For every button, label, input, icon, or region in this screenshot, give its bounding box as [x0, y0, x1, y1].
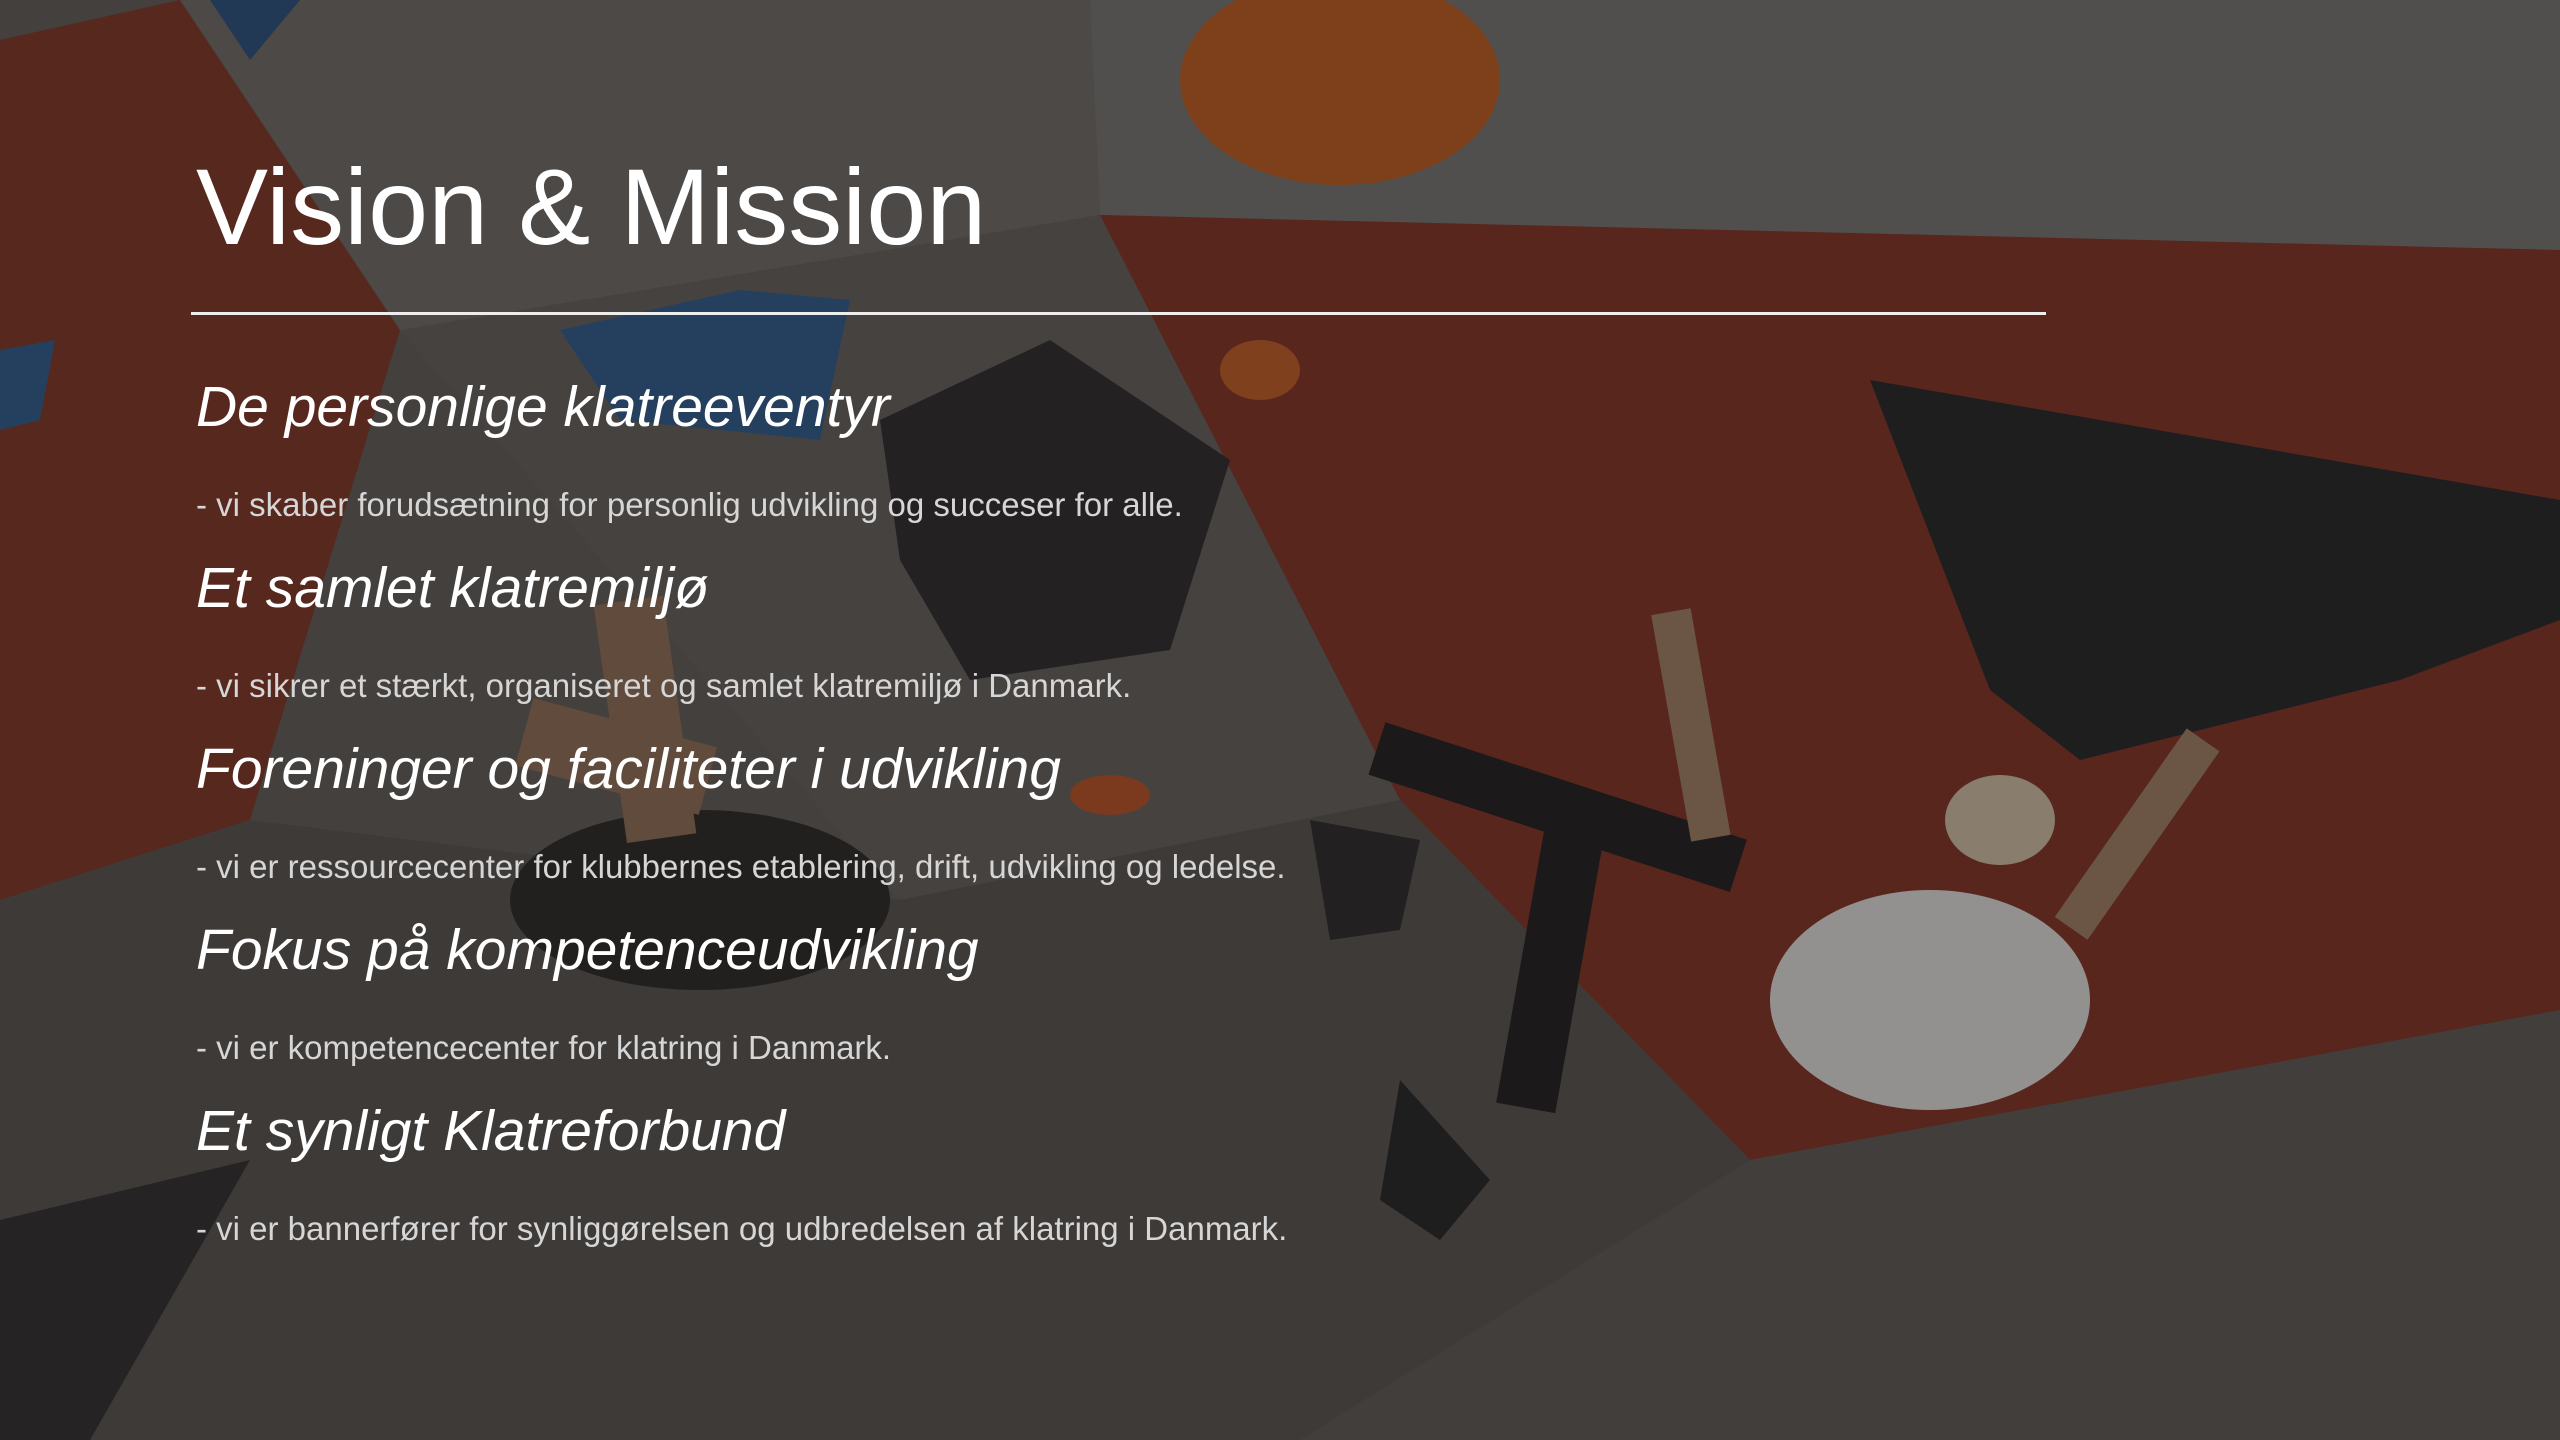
item-heading-3: Foreninger og faciliteter i udvikling	[196, 737, 1061, 801]
slide: Vision & Mission De personlige klatreeve…	[0, 0, 2560, 1440]
item-description-5: - vi er bannerfører for synliggørelsen o…	[196, 1210, 1288, 1247]
item-heading-1: De personlige klatreeventyr	[196, 375, 890, 439]
item-heading-5: Et synligt Klatreforbund	[196, 1099, 786, 1163]
item-heading-4: Fokus på kompetenceudvikling	[196, 918, 979, 982]
item-description-3: - vi er ressourcecenter for klubbernes e…	[196, 848, 1286, 885]
title-divider	[191, 312, 2046, 315]
item-description-4: - vi er kompetencecenter for klatring i …	[196, 1029, 892, 1066]
item-description-1: - vi skaber forudsætning for personlig u…	[196, 486, 1183, 523]
slide-title: Vision & Mission	[196, 146, 987, 267]
item-heading-2: Et samlet klatremiljø	[196, 556, 710, 620]
item-description-2: - vi sikrer et stærkt, organiseret og sa…	[196, 667, 1132, 704]
